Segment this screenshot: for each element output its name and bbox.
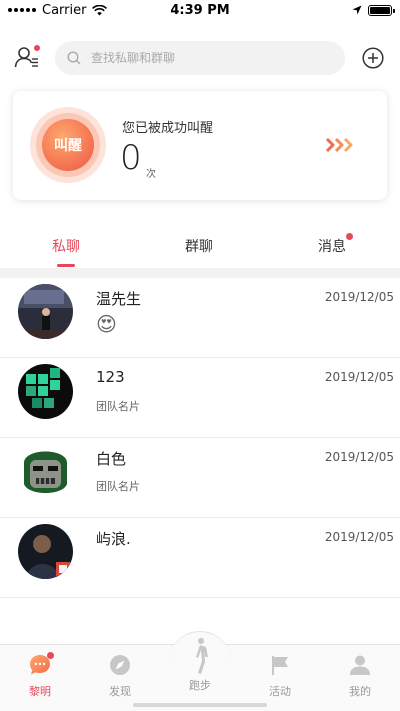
nav-label: 活动 [269,685,291,698]
masked-villain-avatar[interactable] [18,444,73,499]
chat-row[interactable]: 白色 2019/12/05 团队名片 [0,438,400,518]
nav-label: 黎明 [29,685,51,698]
carrier-label: Carrier [42,2,87,18]
user-icon [348,653,372,677]
tab-active-indicator [57,264,75,267]
chat-time: 2019/12/05 [324,450,394,464]
bottom-nav: 黎明 发现 跑步 活动 我的 [0,631,400,711]
nav-item-discover[interactable]: 发现 [90,653,150,699]
nav-item-run[interactable]: 跑步 [170,637,230,693]
nav-item-activity[interactable]: 活动 [250,653,310,699]
chevrons-right-icon[interactable] [325,136,359,154]
search-icon [67,51,81,65]
contacts-button[interactable] [14,45,42,71]
wake-count: 0 [120,138,142,178]
chat-row[interactable]: 屿浪. 2019/12/05 [0,518,400,598]
messages-badge [346,233,353,240]
wake-title: 您已被成功叫醒 [122,121,214,136]
chat-bubble-icon [28,652,54,677]
nav-badge [47,652,54,659]
chat-preview: 😍 [96,312,117,336]
wake-button-ring: 叫醒 [36,113,100,177]
add-button[interactable] [362,47,384,69]
contacts-badge [34,45,40,51]
chat-row[interactable]: 温先生 2019/12/05 😍 [0,278,400,358]
signal-icon [8,8,36,12]
nav-label: 跑步 [189,679,211,692]
person-on-stage-avatar[interactable] [18,284,73,339]
chat-preview: 团队名片 [96,480,140,493]
chat-tabs: 私聊 群聊 消息 [0,226,400,270]
search-box[interactable] [55,41,345,75]
nav-label: 我的 [349,685,371,698]
chat-name: 白色 [96,450,127,468]
chat-name: 123 [96,368,125,386]
nav-label: 发现 [109,685,131,698]
nav-item-me[interactable]: 我的 [330,653,390,699]
chat-name: 温先生 [96,290,142,308]
home-indicator [133,703,267,707]
chat-time: 2019/12/05 [324,370,394,384]
wake-card: 叫醒 您已被成功叫醒 0 次 [13,91,387,200]
chat-name: 屿浪. [96,530,131,548]
chat-row[interactable]: 123 2019/12/05 团队名片 [0,358,400,438]
location-arrow-icon [352,5,362,15]
flag-icon [268,653,292,677]
wifi-icon [92,4,108,15]
wake-button[interactable]: 叫醒 [42,119,94,171]
man-in-dark-avatar[interactable] [18,524,73,579]
chat-time: 2019/12/05 [324,290,394,304]
plus-circle-icon [362,47,384,69]
compass-icon [108,653,132,677]
tab-messages[interactable]: 消息 [318,236,346,256]
wake-count-unit: 次 [146,169,156,180]
green-blocks-avatar[interactable] [18,364,73,419]
chat-list: 温先生 2019/12/05 😍 123 2019/12/05 团队名片 白色 … [0,278,400,598]
tab-group-chat[interactable]: 群聊 [185,236,213,256]
tabs-divider [0,268,400,278]
tab-private-chat[interactable]: 私聊 [52,236,80,256]
search-input[interactable] [91,51,345,65]
runner-icon [188,637,212,677]
status-left: Carrier [8,2,108,18]
chat-preview: 团队名片 [96,400,140,413]
status-bar: Carrier 4:39 PM [0,0,400,20]
wake-button-halo: 叫醒 [30,107,106,183]
battery-icon [368,4,395,16]
nav-item-dawn[interactable]: 黎明 [10,652,70,699]
top-bar [0,38,400,78]
chat-time: 2019/12/05 [324,530,394,544]
status-right [352,4,395,16]
